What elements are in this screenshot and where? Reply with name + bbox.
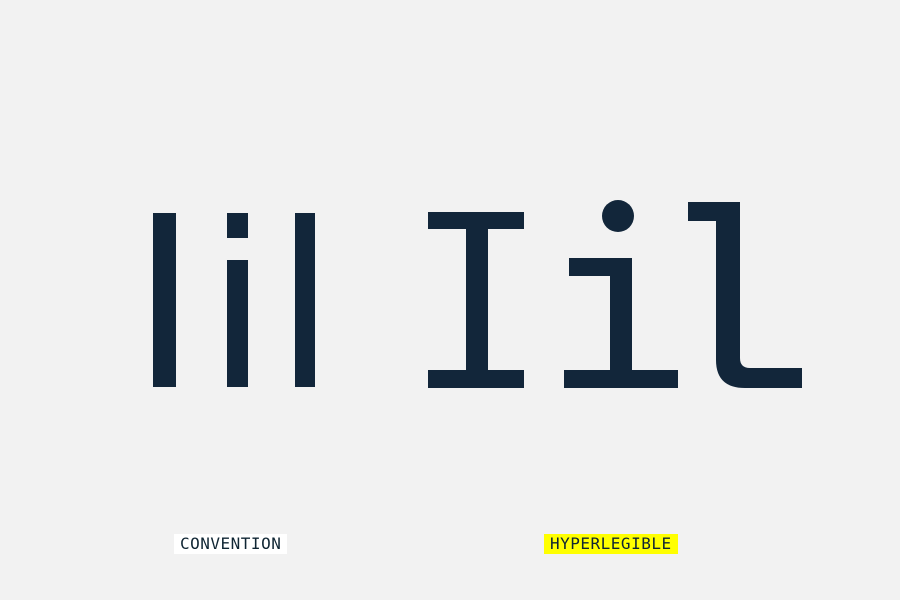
conventional-i-dot	[227, 213, 248, 238]
comparison-canvas: CONVENTION HYPERLEGIBLE	[0, 0, 900, 600]
conventional-lowercase-l	[153, 213, 176, 387]
conventional-label: CONVENTION	[174, 534, 288, 554]
lowercase-i-stem	[610, 258, 632, 388]
hyperlegible-label: HYPERLEGIBLE	[544, 534, 678, 554]
glyph-comparison-illustration	[153, 200, 802, 388]
lowercase-i-dot	[602, 200, 634, 232]
lowercase-i-bottom-bar	[564, 370, 678, 388]
conventional-lowercase-i-stem	[227, 260, 248, 387]
hyperlegible-lowercase-l	[688, 202, 802, 388]
conventional-glyphs	[153, 213, 315, 387]
capital-i-bottom-bar	[428, 370, 524, 388]
conventional-final-lowercase-l	[295, 213, 315, 387]
hyperlegible-capital-i	[428, 212, 524, 388]
hyperlegible-glyphs	[428, 200, 802, 388]
hyperlegible-lowercase-i	[564, 200, 678, 388]
capital-i-stem	[466, 212, 488, 388]
